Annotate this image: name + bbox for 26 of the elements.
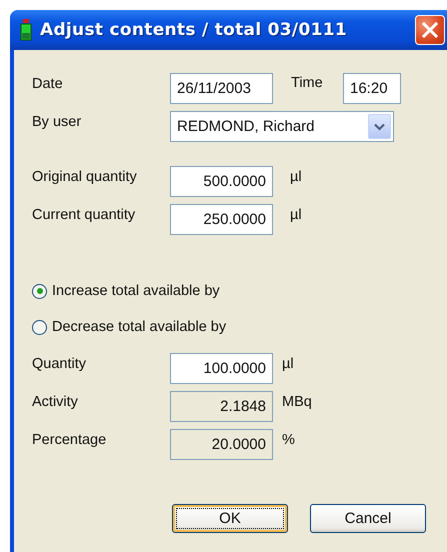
- unit-label: µl: [282, 355, 294, 372]
- field-label: Percentage: [32, 431, 108, 448]
- field-label: Time: [291, 74, 324, 91]
- readonly-field: 2.1848: [170, 391, 273, 422]
- cancel-button[interactable]: Cancel: [310, 504, 426, 533]
- window-title: Adjust contents / total 03/0111: [40, 20, 347, 40]
- user-dropdown[interactable]: REDMOND, Richard: [170, 111, 394, 142]
- field-label: Quantity: [32, 355, 87, 372]
- field-label: Activity: [32, 393, 79, 410]
- unit-label: µl: [290, 206, 302, 223]
- field-label: Original quantity: [32, 168, 138, 185]
- field-label: Date: [32, 75, 64, 92]
- input-field[interactable]: 100.0000: [170, 353, 273, 384]
- readonly-field: 20.0000: [170, 429, 273, 460]
- unit-label: µl: [290, 168, 302, 185]
- unit-label: %: [282, 431, 295, 448]
- input-field[interactable]: 500.0000: [170, 166, 273, 197]
- field-label: By user: [32, 113, 82, 130]
- radio-option[interactable]: Decrease total available by: [32, 315, 226, 339]
- time-field[interactable]: 16:20: [343, 73, 401, 104]
- ok-button[interactable]: OK: [172, 504, 288, 533]
- date-field[interactable]: 26/11/2003: [170, 73, 273, 104]
- radio-option[interactable]: Increase total available by: [32, 279, 220, 303]
- input-field[interactable]: 250.0000: [170, 204, 273, 235]
- field-label: Current quantity: [32, 206, 136, 223]
- unit-label: MBq: [282, 393, 312, 410]
